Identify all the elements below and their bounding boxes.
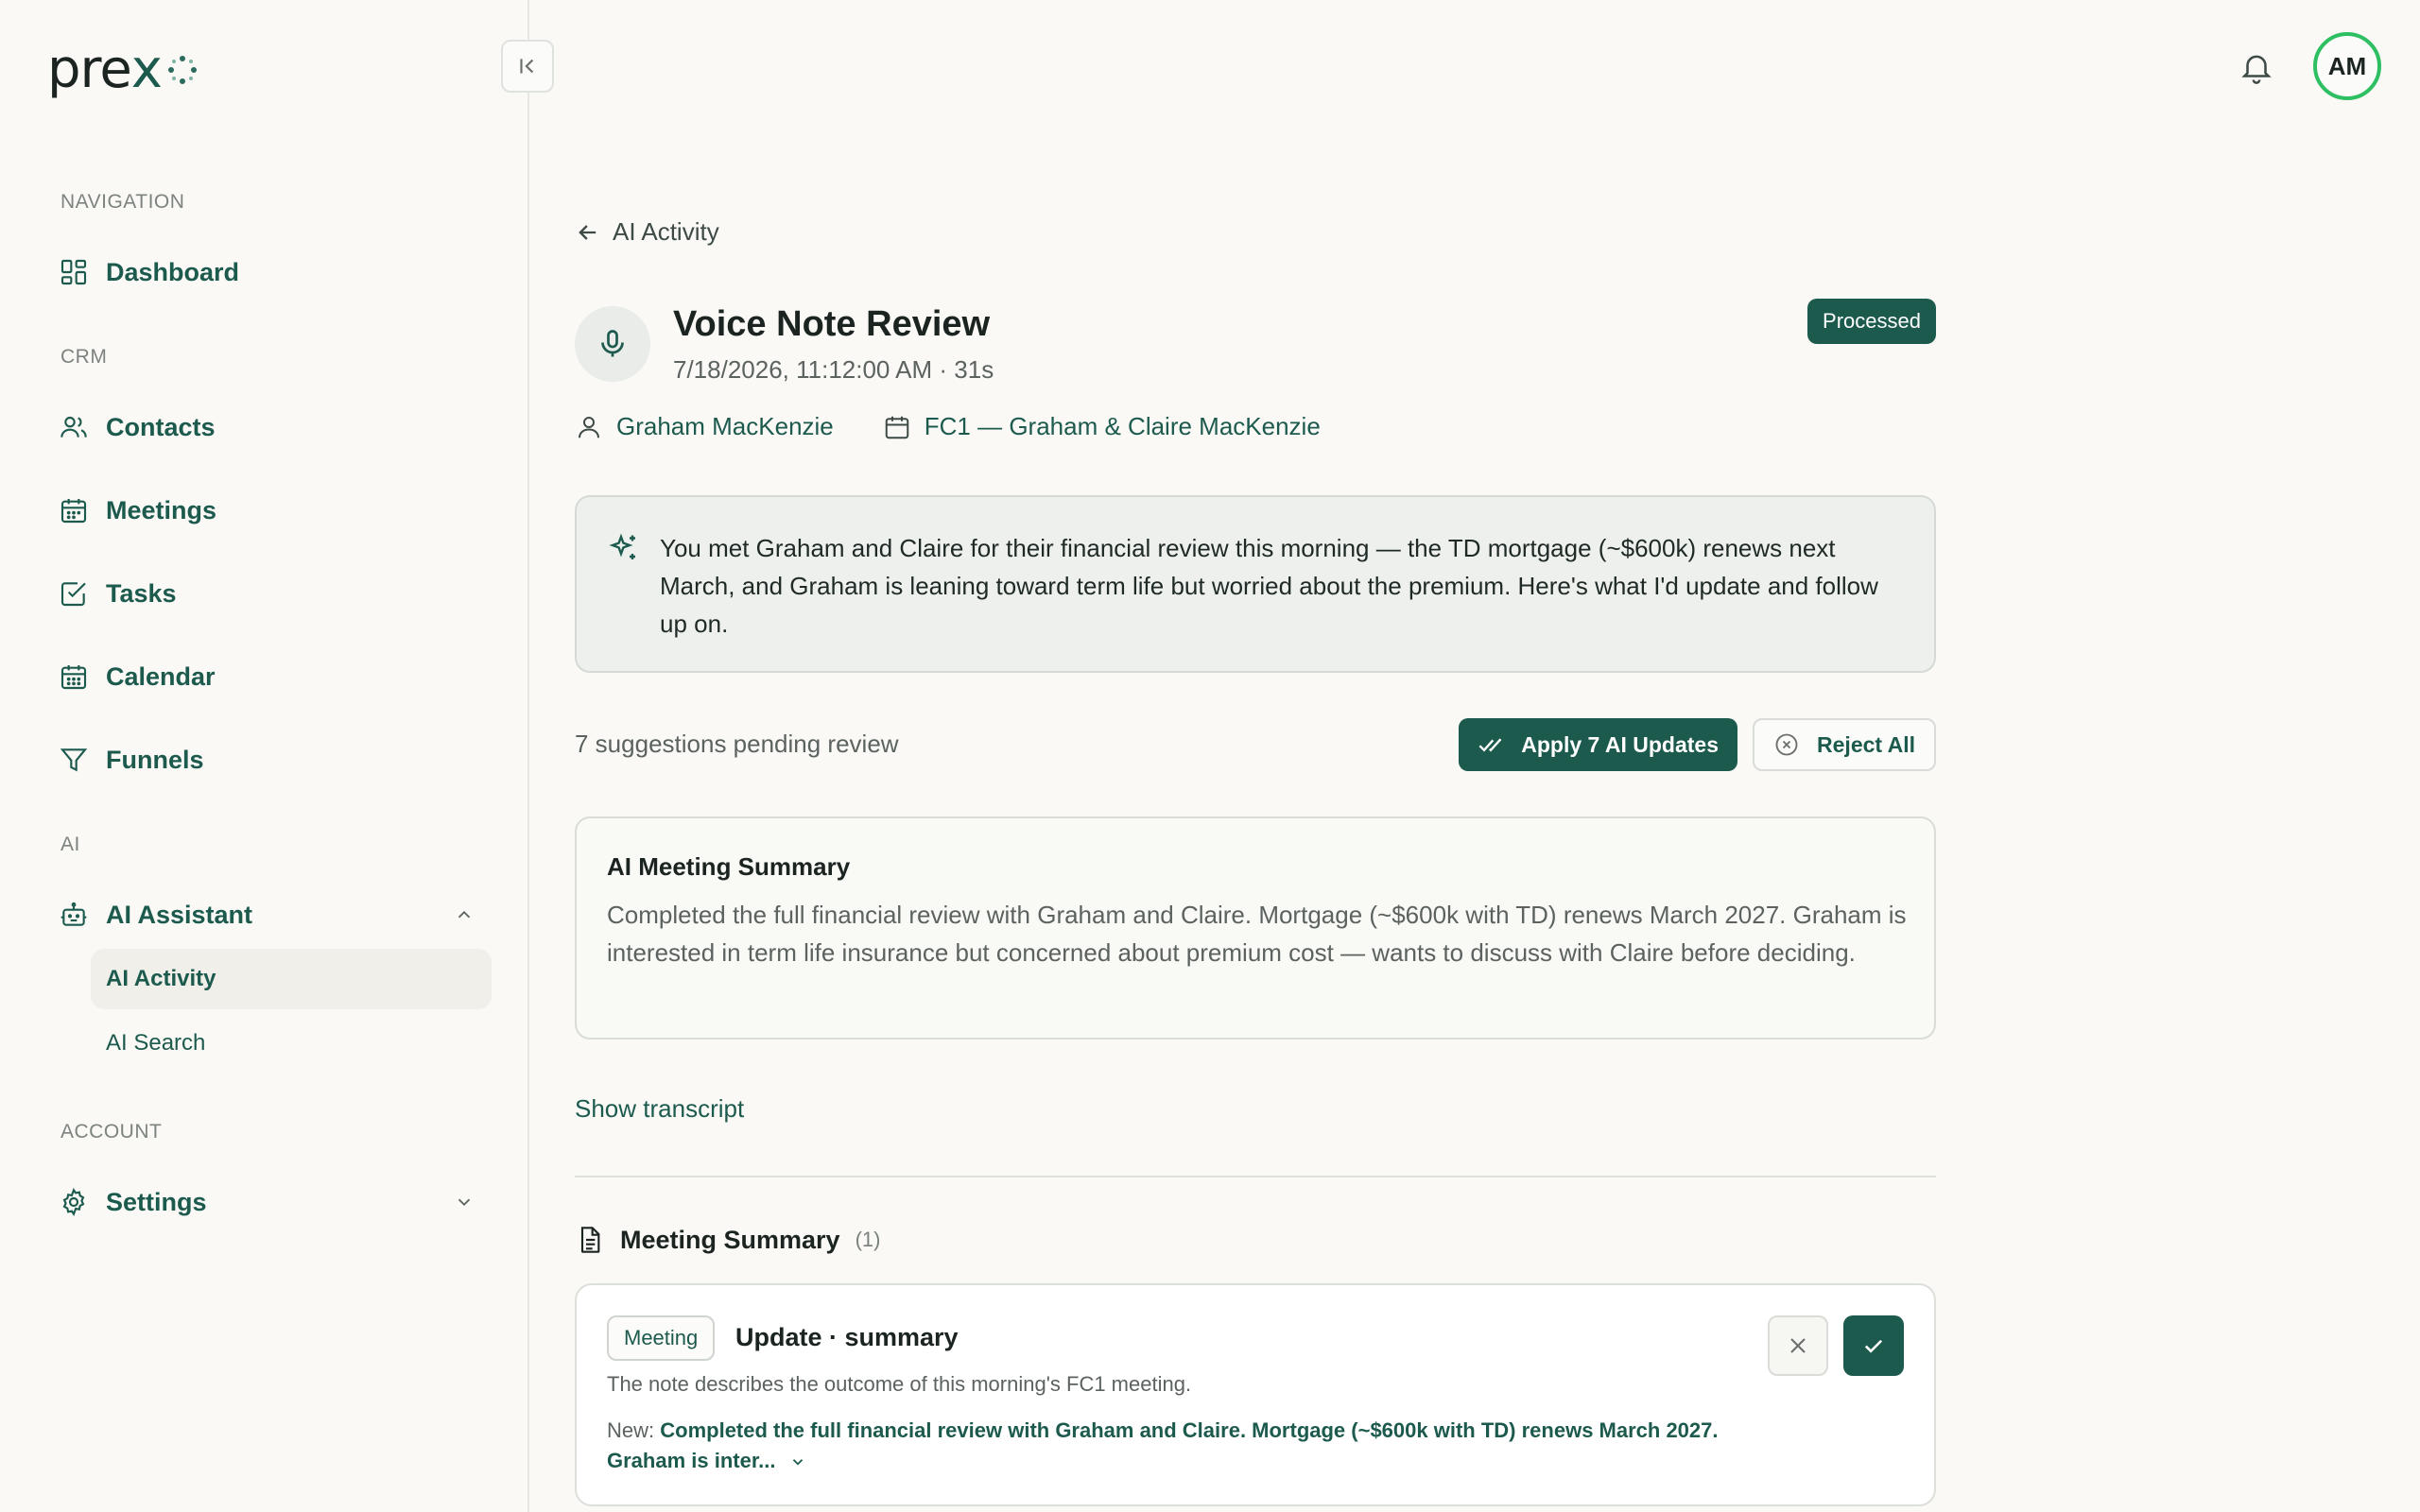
reject-suggestion-button[interactable] [1768, 1315, 1828, 1376]
meeting-summary-body: Completed the full financial review with… [607, 901, 1907, 967]
calendar-icon [60, 665, 87, 690]
pending-row: 7 suggestions pending review Apply 7 AI … [575, 718, 1936, 771]
suggestion-new-value: New: Completed the full financial review… [607, 1416, 1741, 1476]
arrow-left-icon [579, 224, 596, 240]
suggestion-description: The note describes the outcome of this m… [607, 1372, 1192, 1396]
sidebar-item-label: Contacts [106, 412, 216, 441]
apply-updates-label: Apply 7 AI Updates [1521, 731, 1719, 757]
section-label-crm: CRM [60, 346, 108, 368]
logo-x: x [130, 39, 163, 100]
section-label-navigation: NAVIGATION [60, 191, 185, 213]
chevron-down-icon[interactable] [789, 1453, 806, 1470]
notifications-button[interactable] [2238, 49, 2274, 85]
robot-icon [60, 902, 87, 926]
sidebar-item-label: AI Search [106, 1030, 206, 1056]
status-badge: Processed [1807, 299, 1936, 344]
sidebar-item-calendar[interactable]: Calendar [59, 654, 216, 699]
bell-icon [2241, 55, 2272, 84]
sidebar-item-label: Tasks [106, 578, 177, 608]
meeting-link[interactable]: FC1 — Graham & Claire MacKenzie [925, 412, 1321, 441]
new-label: New: [607, 1418, 655, 1442]
sidebar-item-ai-search[interactable]: AI Search [91, 1013, 492, 1074]
logo[interactable]: pre x [47, 43, 199, 96]
sidebar-item-label: AI Assistant [106, 900, 253, 929]
sidebar-item-label: Meetings [106, 495, 217, 524]
collapse-sidebar-button[interactable] [501, 40, 554, 93]
section-label-ai: AI [60, 833, 80, 855]
suggestion-card: Meeting Update · summary The note descri… [575, 1283, 1936, 1506]
check-icon [1864, 1339, 1883, 1353]
divider [575, 1176, 1936, 1177]
chevron-up-icon[interactable] [454, 904, 475, 925]
back-link-label: AI Activity [613, 217, 719, 246]
funnel-icon [60, 748, 88, 772]
user-icon [579, 416, 599, 438]
sidebar-item-meetings[interactable]: Meetings [59, 488, 216, 533]
sidebar-item-label: Funnels [106, 745, 204, 774]
sidebar: pre x NAVIGATION Dashboard CRM Contacts M… [0, 0, 529, 1512]
apply-updates-button[interactable]: Apply 7 AI Updates [1459, 718, 1737, 771]
meeting-summary-title: AI Meeting Summary [607, 852, 851, 881]
reject-all-label: Reject All [1817, 731, 1915, 757]
gear-icon [62, 1188, 85, 1216]
mic-avatar [575, 306, 650, 382]
page-subtitle: 7/18/2026, 11:12:00 AM · 31s [673, 355, 994, 384]
meta-row: Graham MacKenzie FC1 — Graham & Claire M… [575, 412, 1321, 441]
close-icon [1790, 1338, 1806, 1353]
sidebar-item-dashboard[interactable]: Dashboard [59, 249, 239, 295]
back-link[interactable]: AI Activity [575, 217, 719, 247]
accept-suggestion-button[interactable] [1843, 1315, 1904, 1376]
contacts-icon [60, 416, 87, 438]
logo-text: pre [47, 39, 132, 100]
pending-count: 7 suggestions pending review [575, 730, 899, 758]
double-check-icon [1478, 738, 1502, 752]
ai-meeting-summary-card: AI Meeting Summary Completed the full fi… [575, 816, 1936, 1040]
sidebar-item-label: Dashboard [106, 257, 240, 286]
tasks-icon [60, 582, 86, 607]
sidebar-item-tasks[interactable]: Tasks [59, 571, 177, 616]
sidebar-item-label: Settings [106, 1187, 207, 1216]
collapse-left-icon [520, 59, 534, 74]
calendar-icon [885, 416, 909, 438]
sidebar-item-ai-assistant[interactable]: AI Assistant [59, 892, 475, 937]
document-icon [580, 1227, 600, 1253]
section-label-account: ACCOUNT [60, 1121, 163, 1143]
sidebar-item-settings[interactable]: Settings [59, 1179, 475, 1225]
sidebar-item-label: AI Activity [106, 966, 216, 991]
sidebar-item-contacts[interactable]: Contacts [59, 404, 216, 450]
sparkles-icon [609, 533, 635, 559]
logo-dots-icon [167, 56, 197, 84]
sidebar-item-ai-activity[interactable]: AI Activity [91, 949, 492, 1009]
show-transcript-link[interactable]: Show transcript [575, 1094, 744, 1124]
contact-link[interactable]: Graham MacKenzie [616, 412, 834, 441]
page-title: Voice Note Review [673, 304, 991, 344]
ai-summary-text: You met Graham and Claire for their fina… [660, 534, 1878, 638]
new-value-text: Completed the full financial review with… [607, 1418, 1719, 1472]
dashboard-icon [60, 259, 87, 285]
reject-all-button[interactable]: Reject All [1753, 718, 1936, 771]
section-title: Meeting Summary [620, 1225, 840, 1254]
microphone-icon [601, 330, 624, 357]
page-header: Voice Note Review 7/18/2026, 11:12:00 AM… [575, 299, 1936, 389]
sidebar-item-label: Calendar [106, 662, 216, 691]
sidebar-item-funnels[interactable]: Funnels [59, 737, 204, 782]
ai-summary-callout: You met Graham and Claire for their fina… [575, 495, 1936, 673]
avatar-initials: AM [2327, 51, 2367, 80]
chevron-down-icon[interactable] [454, 1192, 475, 1212]
section-count: (1) [855, 1228, 881, 1251]
x-circle-icon [1775, 733, 1798, 756]
avatar[interactable]: AM [2313, 32, 2381, 100]
meetings-icon [60, 499, 87, 524]
entity-tag: Meeting [607, 1315, 716, 1361]
suggestion-title: Update · summary [735, 1323, 959, 1351]
section-header-meeting-summary: Meeting Summary (1) [575, 1225, 880, 1255]
